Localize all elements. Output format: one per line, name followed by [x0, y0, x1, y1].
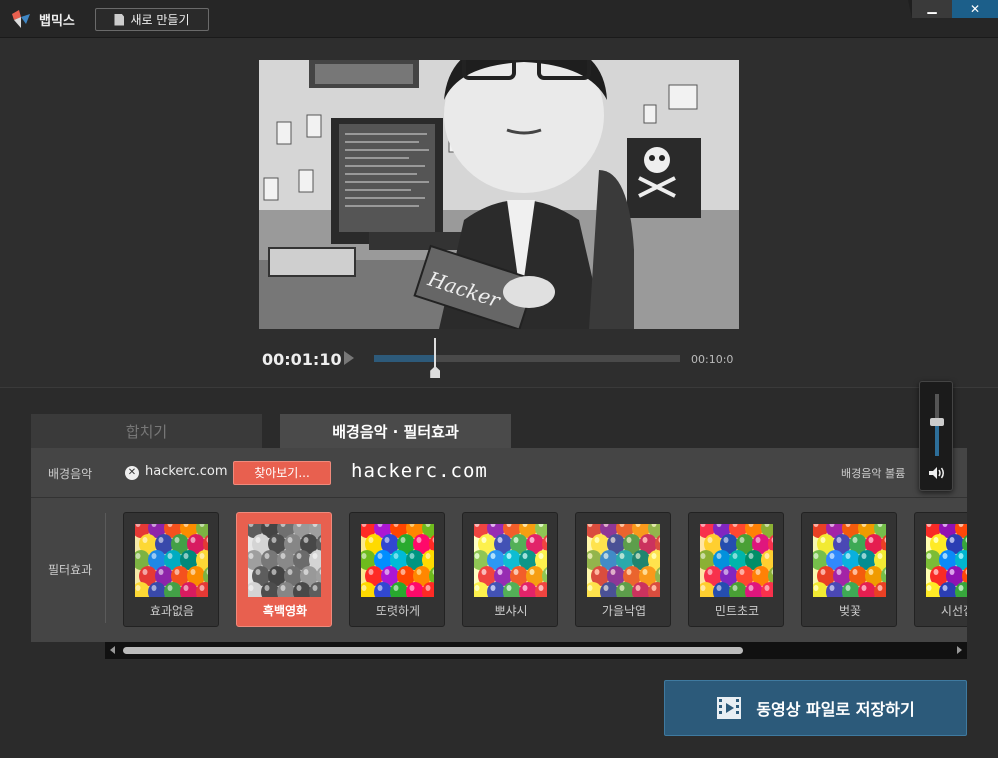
- filter-name: 시선집중: [940, 604, 967, 618]
- video-preview-area: Hacker 00:01:10 00:10:0: [0, 38, 998, 388]
- filter-row: 필터효과 효과없음 흑백영화 또렷하게 뽀샤시 가을낙엽 민트초코 벚꽃 시선집중: [31, 499, 967, 642]
- filter-item[interactable]: 민트초코: [688, 512, 784, 627]
- play-icon[interactable]: [344, 351, 354, 365]
- save-video-label: 동영상 파일로 저장하기: [756, 700, 915, 719]
- filter-thumbnail: [813, 524, 886, 597]
- filter-name: 가을낙엽: [601, 604, 647, 618]
- filter-thumbnail: [926, 524, 967, 597]
- watermark-text: hackerc.com: [351, 460, 488, 482]
- speaker-icon[interactable]: [928, 466, 946, 480]
- total-time: 00:10:0: [691, 353, 734, 366]
- document-icon: [114, 13, 125, 26]
- new-project-label: 새로 만들기: [130, 13, 190, 27]
- scroll-left-icon[interactable]: [110, 646, 115, 654]
- tab-bar: 합치기 배경음악 · 필터효과: [31, 414, 967, 448]
- minimize-button[interactable]: ▁: [912, 0, 952, 18]
- seek-bar-fill: [374, 355, 436, 362]
- filter-item[interactable]: 또렷하게: [349, 512, 445, 627]
- filter-thumbnail: [361, 524, 434, 597]
- app-title: 뱁믹스: [39, 14, 75, 29]
- filter-name: 벚꽃: [838, 604, 862, 618]
- filter-thumbnail: [587, 524, 660, 597]
- volume-popup: [919, 381, 953, 491]
- seek-bar[interactable]: [374, 355, 680, 362]
- filter-item[interactable]: 벚꽃: [801, 512, 897, 627]
- title-bar: 뱁믹스 새로 만들기 ▁ ✕: [0, 0, 998, 38]
- scrollbar-thumb[interactable]: [123, 647, 743, 654]
- tab-bgm-filter[interactable]: 배경음악 · 필터효과: [280, 414, 511, 448]
- video-preview[interactable]: Hacker: [259, 60, 739, 329]
- filter-name: 뽀샤시: [494, 604, 528, 618]
- filter-name: 흑백영화: [262, 604, 308, 618]
- app-logo-icon: [12, 10, 30, 28]
- filter-thumbnail: [248, 524, 321, 597]
- film-icon: [717, 697, 742, 719]
- bgm-row: 배경음악 ✕ hackerc.com 찾아보기... hackerc.com 배…: [31, 448, 967, 498]
- filter-thumbnail: [474, 524, 547, 597]
- filter-item[interactable]: 시선집중: [914, 512, 967, 627]
- window-controls: ▁ ✕: [898, 0, 998, 18]
- filter-thumbnail: [135, 524, 208, 597]
- save-video-button[interactable]: 동영상 파일로 저장하기: [664, 680, 967, 736]
- volume-knob[interactable]: [930, 417, 944, 426]
- close-button[interactable]: ✕: [952, 0, 998, 18]
- bgm-file-name: hackerc.com: [145, 464, 228, 479]
- filter-name: 민트초코: [714, 604, 760, 618]
- current-time: 00:01:10: [262, 350, 342, 369]
- seek-handle[interactable]: [429, 338, 441, 378]
- remove-music-icon[interactable]: ✕: [125, 466, 139, 480]
- browse-button[interactable]: 찾아보기...: [233, 461, 331, 485]
- bgm-label: 배경음악: [48, 467, 93, 481]
- filter-label: 필터효과: [48, 563, 93, 577]
- filter-list: 효과없음 흑백영화 또렷하게 뽀샤시 가을낙엽 민트초코 벚꽃 시선집중: [123, 512, 967, 628]
- filter-item[interactable]: 뽀샤시: [462, 512, 558, 627]
- filter-item[interactable]: 가을낙엽: [575, 512, 671, 627]
- filter-thumbnail: [700, 524, 773, 597]
- video-frame-image: Hacker: [259, 60, 739, 329]
- new-project-button[interactable]: 새로 만들기: [95, 8, 209, 31]
- filter-scrollbar[interactable]: [105, 642, 967, 659]
- bgm-volume-label: 배경음악 볼륨: [841, 467, 906, 480]
- scroll-right-icon[interactable]: [957, 646, 962, 654]
- volume-slider-fill: [935, 421, 939, 456]
- filter-item[interactable]: 효과없음: [123, 512, 219, 627]
- bgm-filter-panel: 배경음악 ✕ hackerc.com 찾아보기... hackerc.com 배…: [31, 448, 967, 642]
- filter-item[interactable]: 흑백영화: [236, 512, 332, 627]
- tab-merge[interactable]: 합치기: [31, 414, 262, 448]
- filter-name: 효과없음: [149, 604, 195, 618]
- filter-name: 또렷하게: [375, 604, 421, 618]
